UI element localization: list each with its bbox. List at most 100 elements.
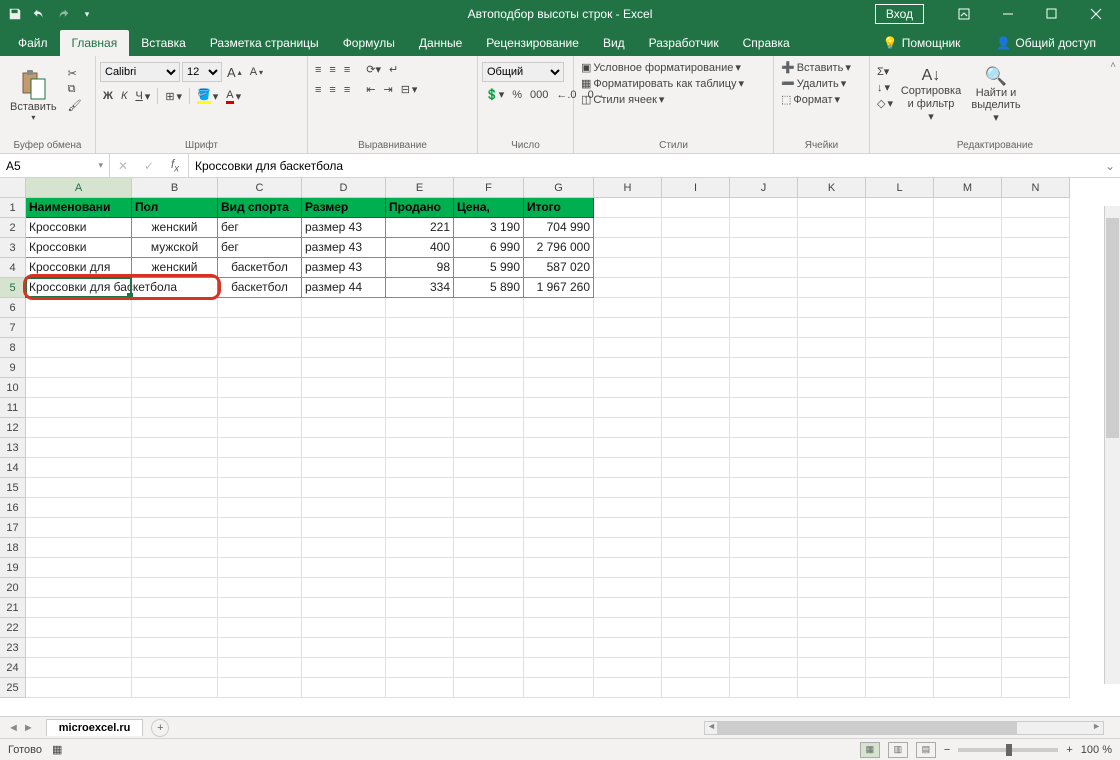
cell[interactable]: 2 796 000 [524, 238, 594, 258]
cell[interactable] [934, 398, 1002, 418]
cell[interactable] [730, 458, 798, 478]
page-layout-view-button[interactable]: ▥ [888, 742, 908, 758]
col-header-K[interactable]: K [798, 178, 866, 198]
cell[interactable] [798, 238, 866, 258]
cell[interactable] [934, 458, 1002, 478]
sort-filter-button[interactable]: A↓ Сортировка и фильтр▾ [898, 62, 964, 128]
cell[interactable] [594, 198, 662, 218]
cell[interactable]: женский [132, 258, 218, 278]
cell[interactable] [386, 478, 454, 498]
row-header-12[interactable]: 12 [0, 418, 26, 438]
cell[interactable] [662, 598, 730, 618]
cell[interactable] [132, 458, 218, 478]
cell[interactable] [1002, 618, 1070, 638]
col-header-D[interactable]: D [302, 178, 386, 198]
cell[interactable] [594, 338, 662, 358]
bold-button[interactable]: Ж [100, 89, 116, 103]
cell[interactable] [386, 358, 454, 378]
cell[interactable] [934, 598, 1002, 618]
cell[interactable] [302, 498, 386, 518]
cell[interactable] [302, 478, 386, 498]
cell[interactable] [524, 518, 594, 538]
cell[interactable] [132, 358, 218, 378]
cell[interactable] [798, 598, 866, 618]
cell[interactable] [866, 278, 934, 298]
cell[interactable] [302, 658, 386, 678]
cell[interactable]: баскетбол [218, 258, 302, 278]
cell[interactable] [730, 598, 798, 618]
cell[interactable] [218, 618, 302, 638]
zoom-out-button[interactable]: − [944, 744, 950, 756]
tab-formulas[interactable]: Формулы [331, 30, 407, 56]
font-size-select[interactable]: 12 [182, 62, 222, 82]
orientation-button[interactable]: ⟳▾ [363, 62, 384, 77]
cell[interactable] [302, 318, 386, 338]
cell[interactable] [26, 638, 132, 658]
cell[interactable]: размер 43 [302, 258, 386, 278]
cell[interactable] [302, 598, 386, 618]
cell[interactable] [662, 638, 730, 658]
row-header-14[interactable]: 14 [0, 458, 26, 478]
cell[interactable] [866, 398, 934, 418]
cell[interactable] [302, 518, 386, 538]
cell[interactable] [1002, 538, 1070, 558]
row-header-22[interactable]: 22 [0, 618, 26, 638]
cell[interactable] [934, 278, 1002, 298]
cell[interactable] [524, 358, 594, 378]
cell[interactable]: 5 890 [454, 278, 524, 298]
cell[interactable]: Итого [524, 198, 594, 218]
cell[interactable] [1002, 278, 1070, 298]
increase-font-button[interactable]: A▴ [224, 64, 245, 81]
cell[interactable] [662, 498, 730, 518]
cell[interactable] [798, 398, 866, 418]
cell[interactable] [454, 558, 524, 578]
cell[interactable] [730, 518, 798, 538]
cell[interactable] [26, 478, 132, 498]
cell[interactable] [26, 538, 132, 558]
cell[interactable] [662, 398, 730, 418]
undo-button[interactable] [28, 3, 50, 25]
cell[interactable] [1002, 478, 1070, 498]
tab-view[interactable]: Вид [591, 30, 637, 56]
cell[interactable] [934, 218, 1002, 238]
cell[interactable] [662, 278, 730, 298]
cell[interactable] [454, 358, 524, 378]
cell[interactable] [386, 418, 454, 438]
cell[interactable] [26, 658, 132, 678]
cell[interactable] [730, 398, 798, 418]
cell[interactable] [934, 638, 1002, 658]
cell[interactable] [866, 538, 934, 558]
format-as-table-button[interactable]: ▦Форматировать как таблицу▾ [578, 76, 747, 91]
cell[interactable] [730, 298, 798, 318]
cell[interactable] [730, 538, 798, 558]
col-header-F[interactable]: F [454, 178, 524, 198]
cell[interactable] [866, 338, 934, 358]
cell[interactable] [594, 558, 662, 578]
cell[interactable] [524, 638, 594, 658]
cell[interactable] [934, 258, 1002, 278]
cell-styles-button[interactable]: ◫Стили ячеек▾ [578, 92, 667, 107]
cell[interactable] [934, 438, 1002, 458]
cell[interactable] [524, 678, 594, 698]
cell[interactable] [594, 638, 662, 658]
cell[interactable] [594, 438, 662, 458]
cell[interactable] [1002, 338, 1070, 358]
cell[interactable] [386, 638, 454, 658]
tab-home[interactable]: Главная [60, 30, 130, 56]
autosum-button[interactable]: Σ▾ [874, 64, 896, 79]
cell[interactable]: 98 [386, 258, 454, 278]
cell[interactable] [730, 618, 798, 638]
cell[interactable] [524, 578, 594, 598]
cell[interactable]: 221 [386, 218, 454, 238]
formula-input[interactable]: Кроссовки для баскетбола [189, 154, 1100, 177]
cell[interactable] [132, 438, 218, 458]
cell[interactable] [662, 218, 730, 238]
cell[interactable] [662, 458, 730, 478]
cell[interactable] [730, 218, 798, 238]
cell[interactable] [26, 618, 132, 638]
cell[interactable] [662, 418, 730, 438]
cell[interactable] [798, 438, 866, 458]
cell[interactable] [866, 558, 934, 578]
cell[interactable] [730, 498, 798, 518]
cell[interactable] [798, 278, 866, 298]
